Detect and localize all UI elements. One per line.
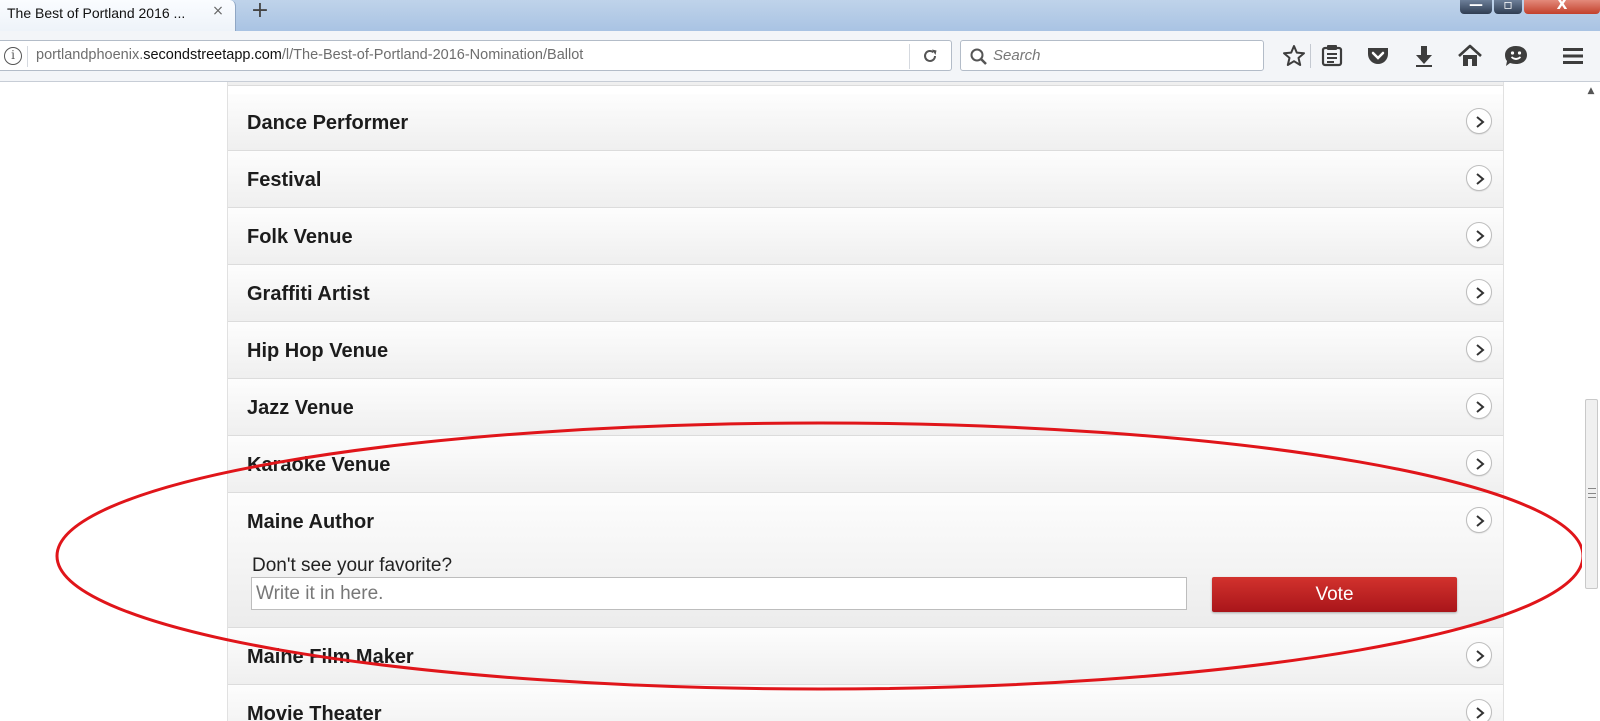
site-info-icon[interactable]: i — [4, 47, 22, 65]
chevron-right-icon[interactable] — [1466, 450, 1492, 476]
ballot-category-movie-theater[interactable]: Movie Theater — [228, 685, 1503, 721]
url-path: /l/The-Best-of-Portland-2016-Nomination/… — [281, 47, 584, 63]
ballot-category-maine-author[interactable]: Maine Author Don't see your favorite? Vo… — [228, 493, 1503, 628]
reload-icon[interactable] — [917, 44, 943, 68]
chevron-right-icon[interactable] — [1466, 642, 1492, 668]
category-label: Karaoke Venue — [247, 454, 391, 476]
maximize-icon: ▫ — [1503, 0, 1513, 13]
ballot-category-graffiti-artist[interactable]: Graffiti Artist — [228, 265, 1503, 322]
reading-list-icon[interactable] — [1318, 42, 1346, 70]
window-controls: — ▫ X — [1450, 0, 1600, 14]
download-icon[interactable] — [1410, 42, 1438, 70]
minimize-button[interactable]: — — [1460, 0, 1492, 14]
chevron-right-icon[interactable] — [1466, 699, 1492, 721]
browser-tab[interactable]: The Best of Portland 2016 ... × — [0, 0, 236, 31]
ballot-category-hip-hop-venue[interactable]: Hip Hop Venue — [228, 322, 1503, 379]
write-in-input[interactable] — [251, 577, 1187, 610]
ballot-category-dance-performer[interactable]: Dance Performer — [228, 94, 1503, 151]
star-icon[interactable] — [1280, 42, 1308, 70]
address-bar[interactable]: i portlandphoenix.secondstreetapp.com/l/… — [0, 40, 952, 71]
close-icon: X — [1556, 0, 1568, 13]
ballot-category-jazz-venue[interactable]: Jazz Venue — [228, 379, 1503, 436]
close-window-button[interactable]: X — [1524, 0, 1600, 14]
ballot-category-festival[interactable]: Festival — [228, 151, 1503, 208]
category-label: Dance Performer — [247, 112, 409, 134]
home-icon[interactable] — [1456, 42, 1484, 70]
divider — [27, 46, 28, 67]
chevron-right-icon[interactable] — [1466, 336, 1492, 362]
url-text[interactable]: portlandphoenix.secondstreetapp.com/l/Th… — [36, 47, 583, 63]
chevron-right-icon[interactable] — [1466, 507, 1492, 533]
category-label: Festival — [247, 169, 322, 191]
scrollbar-thumb[interactable] — [1585, 399, 1598, 589]
ballot-category[interactable] — [228, 82, 1503, 86]
menu-icon[interactable] — [1559, 42, 1587, 70]
maximize-button[interactable]: ▫ — [1494, 0, 1522, 14]
chevron-right-icon[interactable] — [1466, 279, 1492, 305]
pocket-icon[interactable] — [1364, 42, 1392, 70]
chevron-right-icon[interactable] — [1466, 165, 1492, 191]
category-label: Movie Theater — [247, 703, 382, 721]
divider — [1310, 44, 1311, 68]
category-label: Hip Hop Venue — [247, 340, 389, 362]
write-in-prompt: Don't see your favorite? — [252, 555, 453, 576]
page-content: Dance Performer Festival Folk Venue Graf… — [0, 82, 1600, 721]
category-label: Maine Author — [247, 511, 375, 533]
vote-button[interactable]: Vote — [1212, 577, 1457, 612]
ballot-category-folk-venue[interactable]: Folk Venue — [228, 208, 1503, 265]
new-tab-button[interactable]: + — [248, 0, 272, 24]
ballot-category-maine-film-maker[interactable]: Maine Film Maker — [228, 628, 1503, 685]
category-label: Graffiti Artist — [247, 283, 370, 305]
search-bar[interactable]: Search — [960, 40, 1264, 71]
search-placeholder: Search — [993, 47, 1041, 64]
divider — [909, 44, 910, 69]
category-label: Jazz Venue — [247, 397, 354, 419]
tab-title: The Best of Portland 2016 ... — [7, 5, 186, 21]
scrollbar[interactable]: ▲ — [1582, 82, 1600, 721]
chevron-right-icon[interactable] — [1466, 393, 1492, 419]
category-label: Maine Film Maker — [247, 646, 414, 668]
tab-close-icon[interactable]: × — [210, 3, 226, 19]
scroll-up-arrow-icon[interactable]: ▲ — [1586, 86, 1596, 96]
hello-icon[interactable] — [1502, 42, 1530, 70]
grip-icon — [1588, 488, 1596, 498]
url-domain: secondstreetapp.com — [143, 47, 282, 63]
minimize-icon: — — [1469, 0, 1483, 13]
ballot-category-karaoke-venue[interactable]: Karaoke Venue — [228, 436, 1503, 493]
search-icon — [970, 48, 987, 65]
chevron-right-icon[interactable] — [1466, 222, 1492, 248]
url-prefix: portlandphoenix. — [36, 47, 144, 63]
chevron-right-icon[interactable] — [1466, 108, 1492, 134]
ballot-list: Dance Performer Festival Folk Venue Graf… — [227, 82, 1504, 721]
category-label: Folk Venue — [247, 226, 353, 248]
navigation-toolbar: i portlandphoenix.secondstreetapp.com/l/… — [0, 31, 1600, 82]
tab-bar: The Best of Portland 2016 ... × + — ▫ X — [0, 0, 1600, 31]
